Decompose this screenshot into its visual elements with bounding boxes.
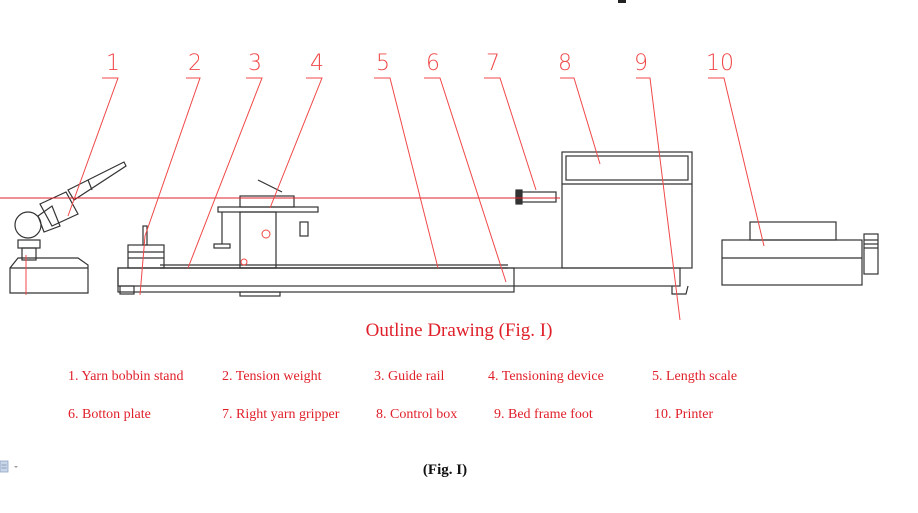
callout-9: 9 (634, 51, 648, 76)
legend-item: 2. Tension weight (222, 369, 322, 384)
legend-item: 3. Guide rail (374, 369, 445, 384)
legend-item: 1. Yarn bobbin stand (68, 369, 184, 384)
callout-6: 6 (426, 51, 440, 76)
control-box (561, 151, 693, 269)
callout-1: 1 (106, 51, 120, 76)
callout-numbers: 1 2 3 4 5 6 7 8 9 10 (106, 51, 734, 76)
legend-item: 9. Bed frame foot (494, 407, 593, 422)
legend-item: 4. Tensioning device (488, 369, 604, 384)
legend-item: 5. Length scale (652, 369, 738, 384)
legend-item: 7. Right yarn gripper (222, 407, 340, 422)
callout-8: 8 (558, 51, 572, 76)
legend-item: 8. Control box (376, 407, 458, 422)
tensioning-device (213, 179, 319, 269)
machine-outline (9, 151, 879, 297)
figure-label: (Fig. I) (422, 462, 468, 478)
bed-frame (117, 264, 689, 297)
legend-item: 10. Printer (654, 407, 714, 422)
figure-caption: Outline Drawing (Fig. I) (365, 320, 553, 341)
callout-10: 10 (706, 51, 734, 76)
legend-item: 6. Botton plate (68, 407, 151, 422)
bobbin-stand (9, 161, 127, 294)
right-yarn-gripper (515, 189, 557, 205)
callout-2: 2 (188, 51, 202, 76)
callout-3: 3 (248, 51, 262, 76)
callout-5: 5 (376, 51, 390, 76)
outline-drawing: 1 2 3 4 5 6 7 8 9 10 (0, 51, 879, 321)
callout-4: 4 (310, 51, 324, 76)
callout-7: 7 (486, 51, 500, 76)
printer (721, 221, 879, 286)
leader-lines (0, 77, 765, 321)
